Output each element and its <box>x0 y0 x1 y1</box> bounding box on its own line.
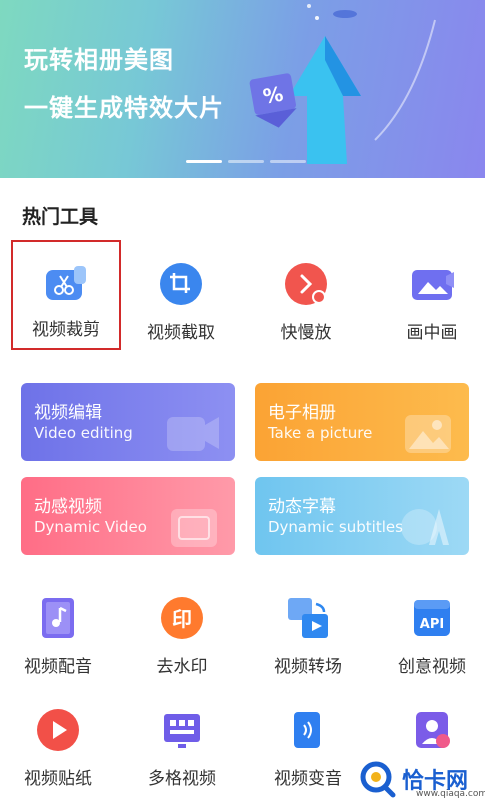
percent-symbol: % <box>261 82 285 109</box>
tool-label: 创意视频 <box>398 657 466 677</box>
tool-picture-in-picture[interactable]: 画中画 <box>377 262 485 372</box>
tool-speed[interactable]: 快慢放 <box>251 262 361 372</box>
video-frame-icon <box>171 509 217 547</box>
voice-change-icon <box>294 712 320 748</box>
music-note-icon <box>42 598 74 638</box>
grid-video-icon <box>164 714 200 748</box>
tool-remove-watermark[interactable]: 印 去水印 <box>127 596 237 706</box>
tool-label: 视频转场 <box>274 657 342 677</box>
tool-voice-change[interactable]: 视频变音 <box>253 708 363 806</box>
promo-banner[interactable]: 玩转相册美图 一键生成特效大片 % <box>0 0 485 178</box>
section-title-hot-tools: 热门工具 <box>22 206 99 228</box>
camera-icon <box>167 417 219 451</box>
card-electronic-album[interactable]: 电子相册 Take a picture <box>255 383 469 461</box>
tool-video-cut[interactable]: 视频裁剪 <box>11 240 121 350</box>
face-icon <box>416 712 450 748</box>
tool-label: 视频裁剪 <box>32 320 100 340</box>
svg-text:印: 印 <box>172 607 192 631</box>
speed-icon <box>285 263 327 305</box>
tool-video-capture[interactable]: 视频截取 <box>126 262 236 372</box>
card-title: 动态字幕 <box>268 497 336 517</box>
tool-label: 视频贴纸 <box>24 769 92 789</box>
picture-in-picture-icon <box>412 270 454 300</box>
transition-icon <box>288 598 328 638</box>
arrow-up-illustration-icon: % <box>249 4 436 164</box>
tool-label: 视频配音 <box>24 657 92 677</box>
api-icon: API <box>414 600 450 636</box>
banner-headline: 玩转相册美图 <box>24 46 174 74</box>
card-subtitle: Dynamic subtitles <box>268 518 403 536</box>
play-sticker-icon <box>37 709 79 751</box>
card-dynamic-video[interactable]: 动感视频 Dynamic Video <box>21 477 235 555</box>
site-watermark: 恰卡网 www.qiaqa.com <box>358 756 485 802</box>
watermark-url: www.qiaqa.com <box>416 789 485 799</box>
tool-label: 去水印 <box>156 657 208 677</box>
tool-label: 视频截取 <box>147 323 215 343</box>
card-subtitle: Video editing <box>34 424 133 442</box>
search-logo-icon <box>360 761 396 798</box>
image-icon <box>405 415 451 453</box>
tool-video-transition[interactable]: 视频转场 <box>253 596 363 706</box>
tool-multi-grid-video[interactable]: 多格视频 <box>127 708 237 806</box>
carousel-dot-3[interactable] <box>270 160 306 163</box>
carousel-dot-2[interactable] <box>228 160 264 163</box>
card-subtitle: Dynamic Video <box>34 518 147 536</box>
card-title: 视频编辑 <box>34 403 102 423</box>
card-title: 动感视频 <box>34 497 102 517</box>
carousel-indicator[interactable] <box>186 160 306 163</box>
card-title: 电子相册 <box>268 403 336 423</box>
carousel-dot-1[interactable] <box>186 160 222 163</box>
tool-label: 画中画 <box>406 323 458 343</box>
font-a-icon <box>401 509 449 545</box>
tool-label: 快慢放 <box>280 323 332 343</box>
tool-label: 视频变音 <box>274 769 342 789</box>
tool-creative-video[interactable]: API 创意视频 <box>377 596 485 706</box>
banner-subheadline: 一键生成特效大片 <box>24 94 224 122</box>
card-subtitle: Take a picture <box>268 424 373 442</box>
stamp-icon: 印 <box>161 597 203 639</box>
tool-video-sticker[interactable]: 视频贴纸 <box>3 708 113 806</box>
card-dynamic-subtitles[interactable]: 动态字幕 Dynamic subtitles <box>255 477 469 555</box>
card-video-editing[interactable]: 视频编辑 Video editing <box>21 383 235 461</box>
scissors-icon <box>46 266 86 300</box>
svg-text:API: API <box>420 617 444 632</box>
tool-video-dubbing[interactable]: 视频配音 <box>3 596 113 706</box>
crop-icon <box>160 263 202 305</box>
tool-label: 多格视频 <box>148 769 216 789</box>
